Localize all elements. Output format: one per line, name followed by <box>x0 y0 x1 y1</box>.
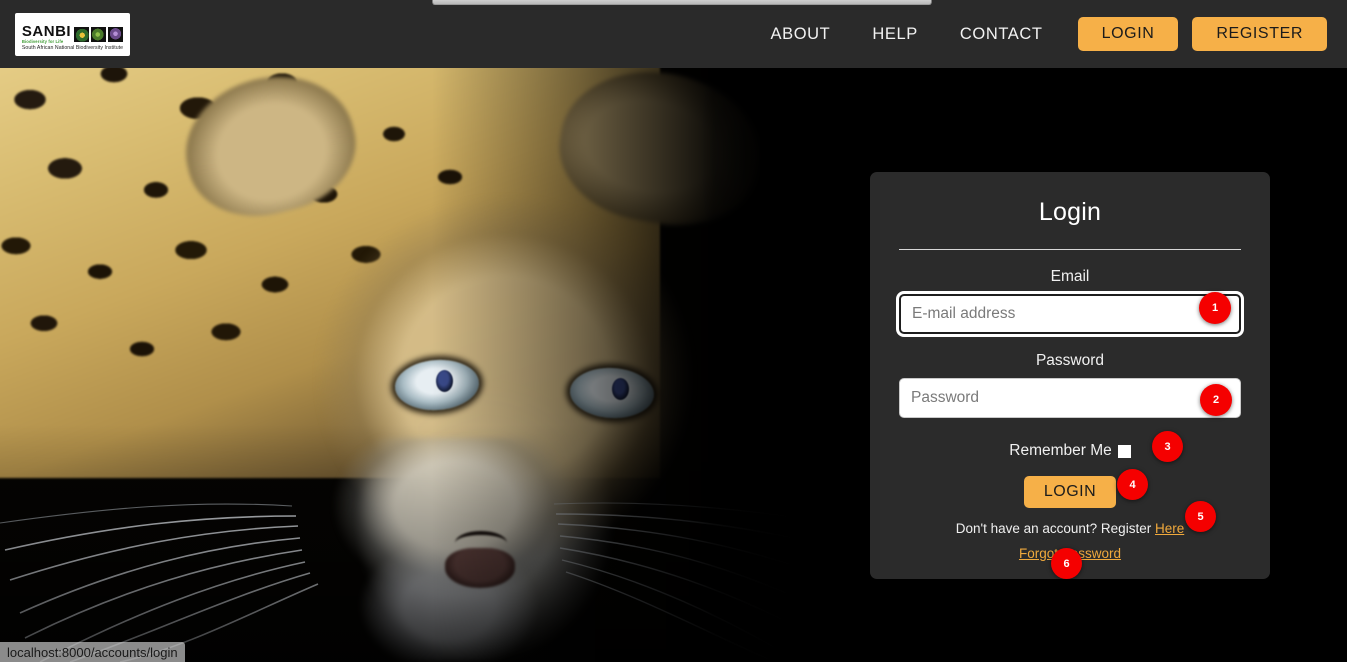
plant-thumb-icon <box>91 26 107 42</box>
nav-link-contact[interactable]: CONTACT <box>939 25 1064 44</box>
annotation-badge-5: 5 <box>1185 501 1216 532</box>
browser-chrome-strip <box>432 0 932 5</box>
password-input[interactable]: Password <box>899 378 1241 418</box>
remember-me-label: Remember Me <box>1009 442 1112 459</box>
email-placeholder: E-mail address <box>912 305 1016 322</box>
password-placeholder: Password <box>911 389 980 406</box>
header-login-button[interactable]: LOGIN <box>1077 17 1179 51</box>
checkbox-unchecked-icon[interactable] <box>1117 444 1131 458</box>
nav-link-about[interactable]: ABOUT <box>750 25 852 44</box>
sanbi-logo[interactable]: SANBI Biodiversity for Life South Africa… <box>15 13 130 56</box>
leopard-background-image <box>0 68 830 662</box>
register-here-link[interactable]: Here <box>1155 521 1184 536</box>
page-root: SANBI Biodiversity for Life South Africa… <box>0 0 1347 662</box>
flower-thumb-icon <box>74 26 90 42</box>
site-header: SANBI Biodiversity for Life South Africa… <box>0 0 1347 68</box>
email-input[interactable]: E-mail address <box>899 294 1241 334</box>
annotation-badge-2: 2 <box>1200 384 1232 416</box>
nav-link-help[interactable]: HELP <box>851 25 939 44</box>
email-label: Email <box>1050 268 1090 285</box>
register-prompt-text: Don't have an account? Register <box>955 521 1152 536</box>
header-register-button[interactable]: REGISTER <box>1192 17 1327 51</box>
main-navigation: ABOUT HELP CONTACT LOGIN REGISTER <box>750 0 1327 68</box>
logo-thumbnails <box>74 26 124 42</box>
browser-status-bar: localhost:8000/accounts/login <box>0 642 185 662</box>
photo-right-fade <box>700 68 830 662</box>
password-label: Password <box>1035 352 1105 369</box>
annotation-badge-6: 6 <box>1051 548 1082 579</box>
logo-subtitle: South African National Biodiversity Inst… <box>21 45 124 51</box>
remember-me-row: Remember Me <box>899 442 1241 460</box>
login-title: Login <box>1038 198 1102 226</box>
annotation-badge-1: 1 <box>1199 292 1231 324</box>
logo-tagline: Biodiversity for Life <box>21 39 64 45</box>
status-url: localhost:8000/accounts/login <box>7 644 178 660</box>
login-submit-button[interactable]: LOGIN <box>1024 476 1116 508</box>
butterfly-thumb-icon <box>108 26 124 42</box>
annotation-badge-3: 3 <box>1152 431 1183 462</box>
annotation-badge-4: 4 <box>1117 469 1148 500</box>
logo-wordmark: SANBI <box>21 23 72 41</box>
title-divider <box>899 249 1241 250</box>
